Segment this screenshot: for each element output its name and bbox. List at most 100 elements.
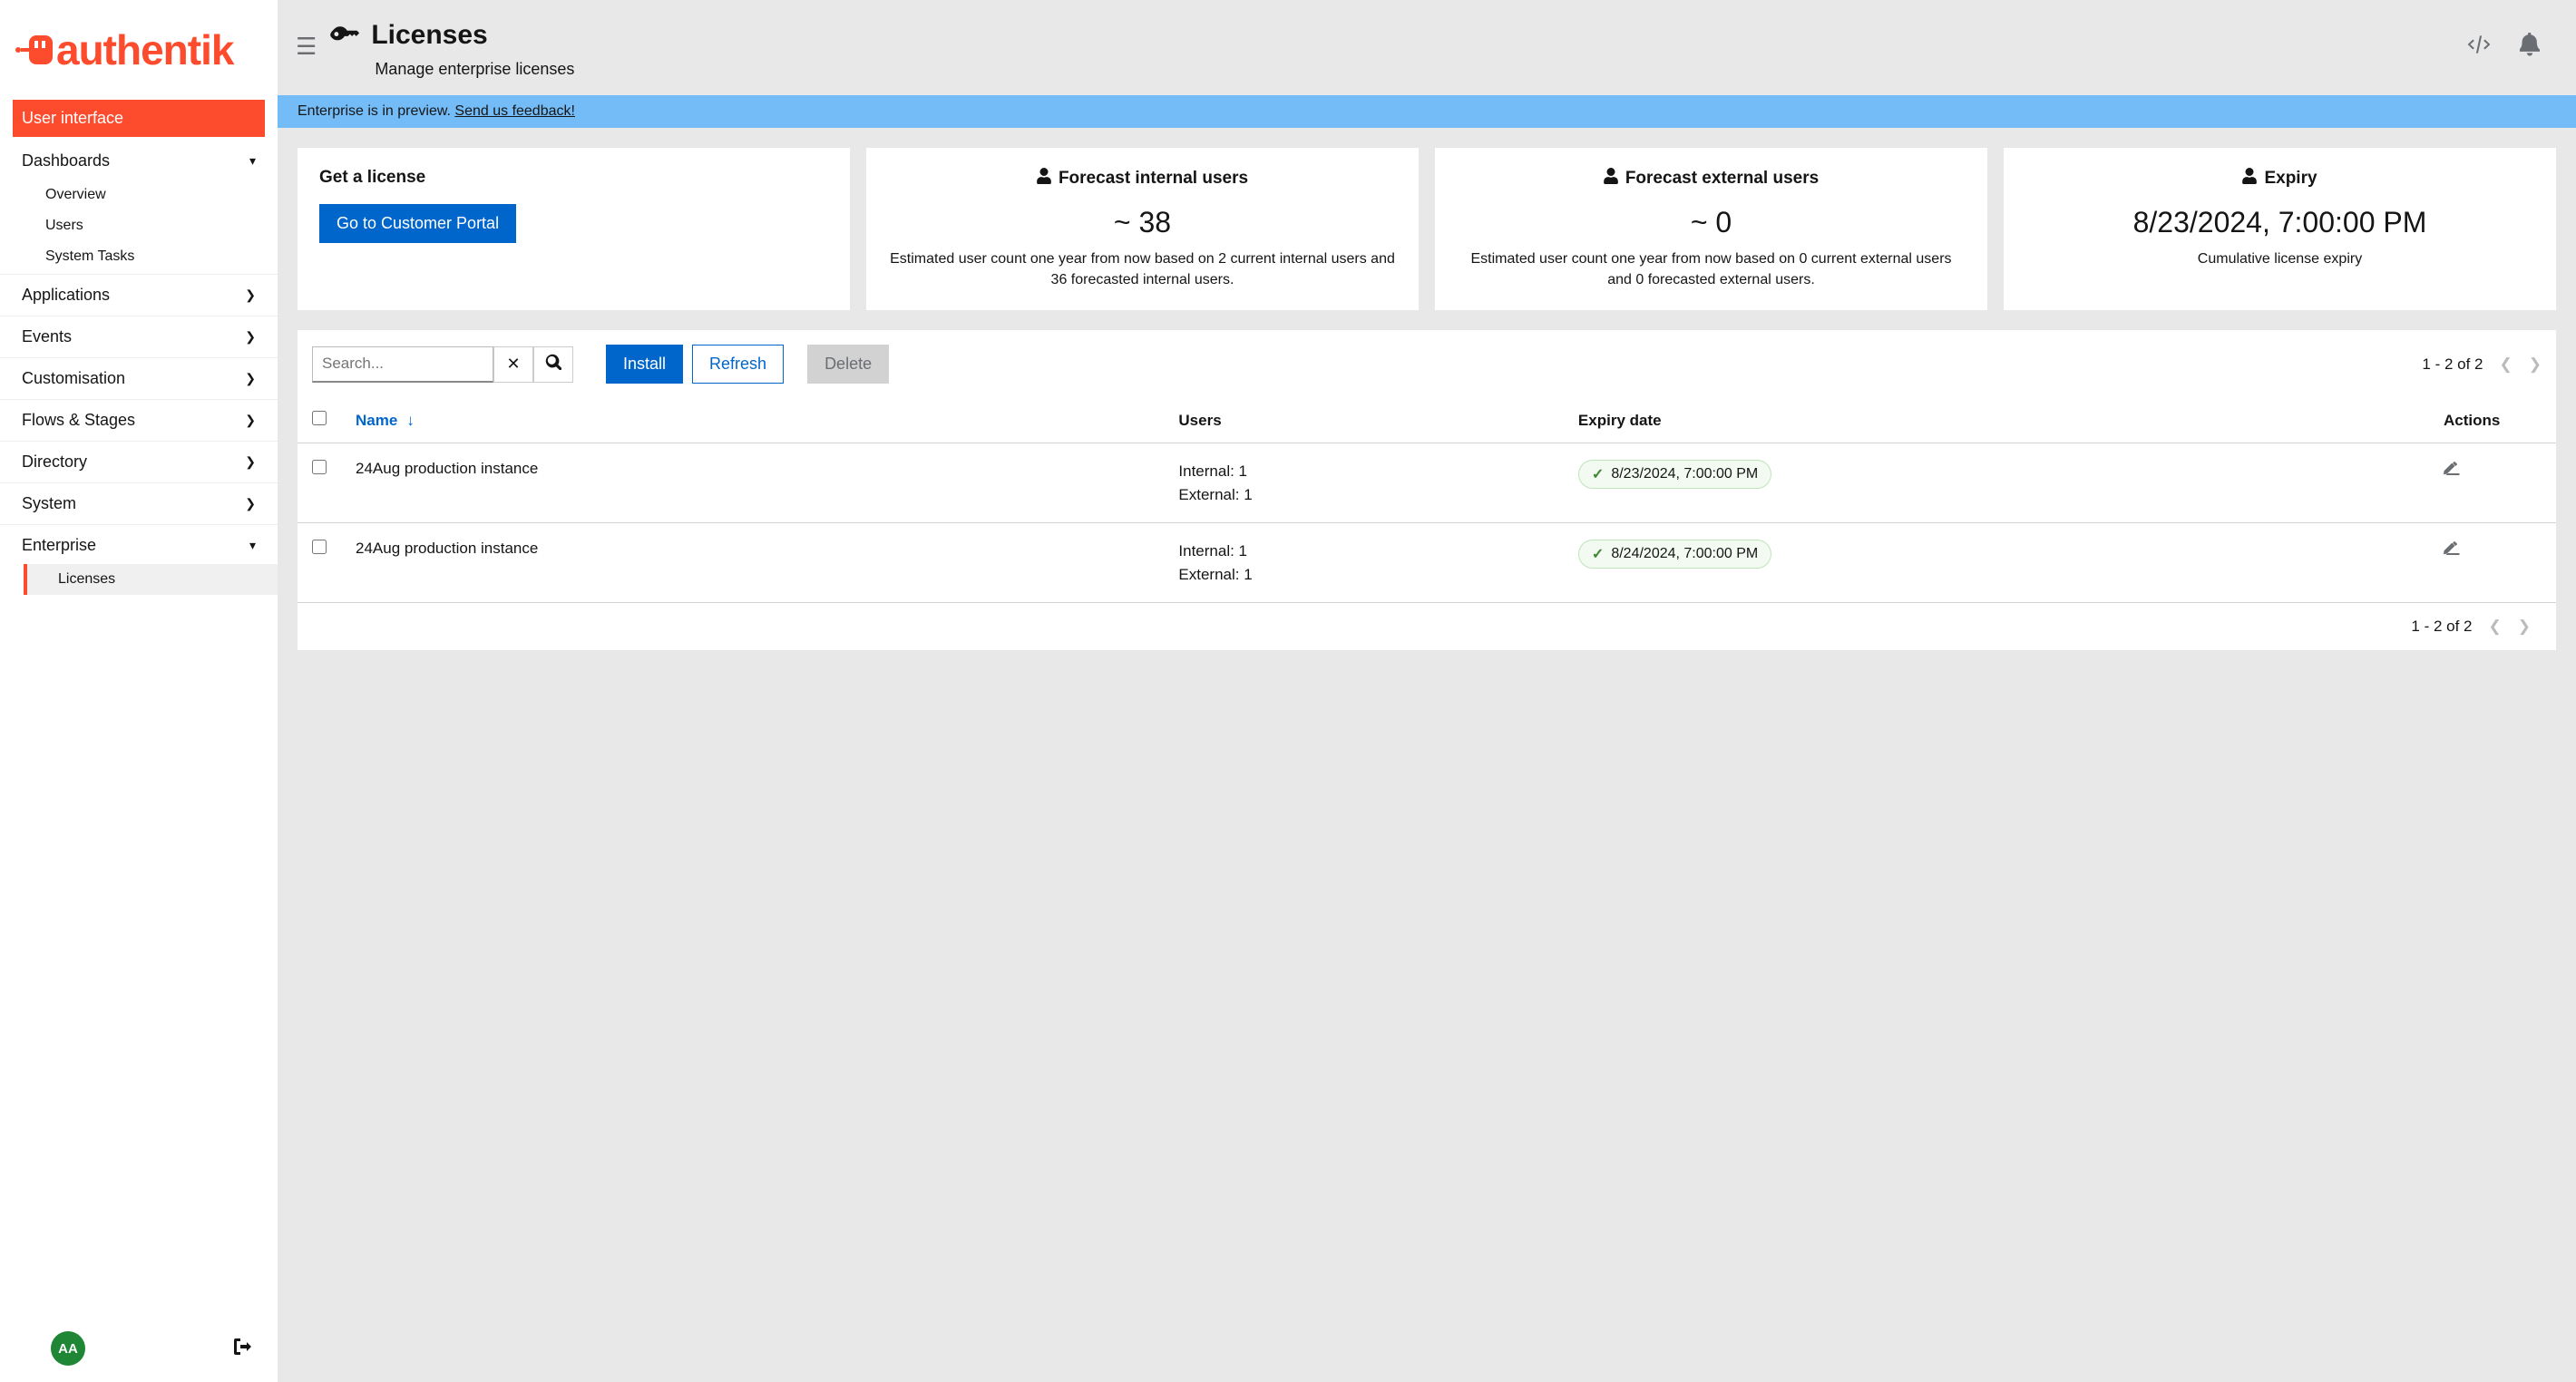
- hamburger-icon[interactable]: ☰: [296, 20, 326, 61]
- card-expiry-value: 8/23/2024, 7:00:00 PM: [2133, 206, 2427, 239]
- edit-button[interactable]: [2444, 462, 2460, 480]
- pager-prev[interactable]: ❮: [2489, 618, 2502, 636]
- sign-out-icon[interactable]: [234, 1338, 252, 1359]
- row-users-external: External: 1: [1178, 483, 1549, 507]
- search-input[interactable]: [312, 346, 493, 383]
- customer-portal-button[interactable]: Go to Customer Portal: [319, 204, 516, 243]
- feedback-link[interactable]: Send us feedback!: [454, 103, 575, 119]
- nav: User interface Dashboards ▾ Overview Use…: [0, 91, 278, 1315]
- card-expiry-desc: Cumulative license expiry: [2198, 248, 2362, 269]
- row-users: Internal: 1 External: 1: [1164, 443, 1564, 523]
- nav-dashboards-label: Dashboards: [22, 151, 110, 170]
- chevron-right-icon: ❯: [245, 454, 256, 470]
- nav-directory-label: Directory: [22, 453, 87, 472]
- pager-prev[interactable]: ❮: [2500, 355, 2513, 374]
- nav-system[interactable]: System ❯: [13, 485, 265, 522]
- col-actions: Actions: [2429, 398, 2556, 443]
- search-button[interactable]: [533, 346, 573, 383]
- check-icon: ✓: [1592, 545, 1604, 563]
- row-users-internal: Internal: 1: [1178, 540, 1549, 563]
- nav-customisation[interactable]: Customisation ❯: [13, 360, 265, 397]
- nav-users[interactable]: Users: [36, 210, 265, 241]
- edit-button[interactable]: [2444, 541, 2460, 560]
- nav-user-interface[interactable]: User interface: [13, 100, 265, 137]
- chevron-down-icon: ▾: [249, 538, 256, 553]
- card-expiry-title: Expiry: [2264, 169, 2317, 189]
- nav-system-label: System: [22, 494, 76, 513]
- chevron-right-icon: ❯: [245, 287, 256, 303]
- nav-overview[interactable]: Overview: [36, 180, 265, 210]
- nav-dashboards[interactable]: Dashboards ▾: [13, 142, 265, 180]
- card-internal-desc: Estimated user count one year from now b…: [888, 248, 1397, 290]
- nav-applications[interactable]: Applications ❯: [13, 277, 265, 314]
- col-users: Users: [1164, 398, 1564, 443]
- row-users: Internal: 1 External: 1: [1164, 523, 1564, 603]
- refresh-button[interactable]: Refresh: [692, 345, 784, 384]
- pager-next[interactable]: ❯: [2518, 618, 2531, 636]
- expiry-text: 8/24/2024, 7:00:00 PM: [1611, 546, 1758, 562]
- nav-user-interface-label: User interface: [22, 109, 123, 128]
- nav-licenses[interactable]: Licenses: [24, 564, 278, 595]
- pager-label: 1 - 2 of 2: [2422, 355, 2483, 374]
- card-forecast-external: Forecast external users ~ 0 Estimated us…: [1435, 148, 1987, 310]
- nav-flows-stages[interactable]: Flows & Stages❯: [13, 402, 265, 439]
- api-icon[interactable]: [2465, 34, 2493, 59]
- license-table: Name↓ Users Expiry date Actions 24Aug pr…: [298, 398, 2556, 603]
- clear-search-button[interactable]: ✕: [493, 346, 533, 383]
- nav-directory[interactable]: Directory ❯: [13, 443, 265, 481]
- row-name: 24Aug production instance: [341, 523, 1164, 603]
- row-checkbox[interactable]: [312, 540, 327, 554]
- check-icon: ✓: [1592, 465, 1604, 483]
- nav-overview-label: Overview: [45, 187, 106, 203]
- nav-applications-label: Applications: [22, 286, 110, 305]
- user-icon: [2242, 168, 2257, 190]
- install-button[interactable]: Install: [606, 345, 683, 384]
- row-checkbox[interactable]: [312, 460, 327, 474]
- bell-icon[interactable]: [2520, 33, 2540, 61]
- pager-bottom: 1 - 2 of 2 ❮ ❯: [2411, 618, 2531, 636]
- main: ☰ Licenses Manage enterprise licenses: [278, 0, 2576, 1382]
- row-actions: [2429, 443, 2556, 523]
- license-table-panel: ✕ Install Refresh Delete 1 - 2 of 2 ❮ ❯: [298, 330, 2556, 650]
- chevron-right-icon: ❯: [245, 371, 256, 386]
- col-expiry: Expiry date: [1564, 398, 2429, 443]
- table-toolbar: ✕ Install Refresh Delete 1 - 2 of 2 ❮ ❯: [298, 330, 2556, 398]
- expiry-badge: ✓ 8/24/2024, 7:00:00 PM: [1578, 540, 1771, 569]
- pager-label: 1 - 2 of 2: [2411, 618, 2472, 636]
- page-title: Licenses: [371, 20, 487, 51]
- nav-events[interactable]: Events❯: [13, 318, 265, 355]
- card-forecast-internal: Forecast internal users ~ 38 Estimated u…: [866, 148, 1419, 310]
- brand-logo[interactable]: authentik: [0, 0, 278, 91]
- pager-top: 1 - 2 of 2 ❮ ❯: [2422, 355, 2542, 374]
- col-name[interactable]: Name↓: [341, 398, 1164, 443]
- sidebar-footer: AA: [0, 1315, 278, 1382]
- pager-next[interactable]: ❯: [2529, 355, 2542, 374]
- card-external-value: ~ 0: [1691, 206, 1732, 239]
- nav-customisation-label: Customisation: [22, 369, 125, 388]
- delete-button[interactable]: Delete: [807, 345, 889, 384]
- page-subtitle: Manage enterprise licenses: [375, 60, 574, 79]
- nav-enterprise[interactable]: Enterprise ▾: [13, 527, 265, 564]
- expiry-badge: ✓8/23/2024, 7:00:00 PM: [1578, 460, 1771, 489]
- card-get-license-title: Get a license: [319, 168, 425, 188]
- card-internal-value: ~ 38: [1114, 206, 1171, 239]
- nav-system-tasks-label: System Tasks: [45, 248, 134, 265]
- col-name-label: Name: [356, 412, 397, 429]
- avatar-initials: AA: [58, 1341, 78, 1357]
- user-icon: [1604, 168, 1618, 190]
- chevron-down-icon: ▾: [249, 153, 256, 169]
- avatar[interactable]: AA: [51, 1331, 85, 1366]
- nav-events-label: Events: [22, 327, 72, 346]
- nav-system-tasks[interactable]: System Tasks: [36, 241, 265, 272]
- brand-name: authentik: [56, 25, 233, 74]
- nav-enterprise-label: Enterprise: [22, 536, 96, 555]
- table-row: 24Aug production instance Internal: 1 Ex…: [298, 443, 2556, 523]
- select-all-checkbox[interactable]: [312, 411, 327, 425]
- card-external-desc: Estimated user count one year from now b…: [1457, 248, 1966, 290]
- logo-icon: [13, 28, 56, 72]
- row-users-external: External: 1: [1178, 563, 1549, 587]
- table-row: 24Aug production instance Internal: 1 Ex…: [298, 523, 2556, 603]
- chevron-right-icon: ❯: [245, 496, 256, 511]
- content: Get a license Go to Customer Portal Fore…: [278, 128, 2576, 1382]
- key-icon: [327, 16, 366, 54]
